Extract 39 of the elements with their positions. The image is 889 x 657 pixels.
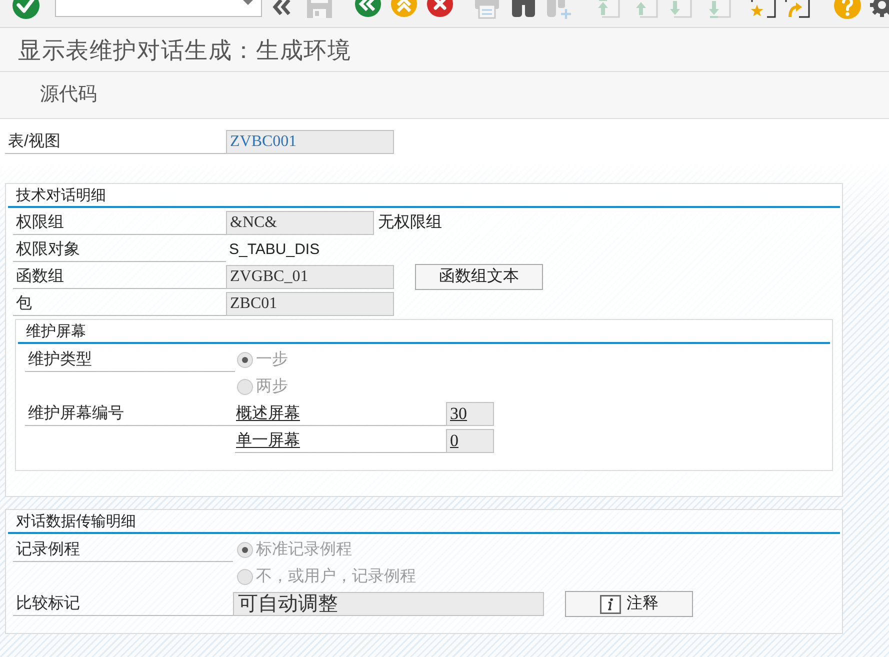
check-icon[interactable] (12, 0, 40, 20)
double-chevron-up-icon[interactable] (391, 0, 417, 20)
source-code-button[interactable]: 源代码 (40, 82, 97, 108)
help-icon[interactable] (834, 0, 861, 20)
cancel-icon[interactable] (427, 0, 453, 20)
note-button[interactable]: 注释 (565, 591, 693, 617)
function-group-text-button[interactable]: 函数组文本 (415, 264, 543, 290)
field-label: 表/视图 (5, 130, 226, 154)
info-icon (600, 594, 620, 614)
compare-flag-field[interactable]: 可自动调整 (233, 592, 544, 616)
field-label: 维护类型 (25, 348, 235, 372)
field-description: 无权限组 (378, 213, 442, 233)
field-label: 比较标记 (13, 592, 233, 616)
screen-type-label: 单一屏幕 (235, 429, 446, 453)
group-title: 技术对话明细 (16, 186, 106, 206)
input-field[interactable]: ZBC01 (226, 292, 394, 316)
group-title: 对话数据传输明细 (16, 512, 136, 532)
field-label: 函数组 (13, 265, 226, 289)
star-window-icon[interactable] (748, 0, 777, 20)
arrow-window-icon[interactable] (784, 0, 811, 20)
command-field[interactable] (55, 0, 262, 17)
field-label: 权限对象 (13, 238, 226, 262)
dropdown-icon[interactable] (243, 0, 253, 5)
input-field[interactable]: &NC& (226, 211, 374, 235)
binoculars-icon[interactable] (510, 0, 537, 20)
field-label: 记录例程 (13, 538, 233, 562)
field-label: 包 (13, 292, 226, 316)
table-view-field[interactable]: ZVBC001 (226, 130, 394, 154)
group-title: 维护屏幕 (26, 322, 86, 342)
field-label: 权限组 (13, 211, 226, 235)
screen-number-field[interactable]: 30 (446, 402, 494, 426)
back-icon[interactable] (355, 0, 381, 20)
screen-type-label: 概述屏幕 (235, 402, 446, 426)
field-value: S_TABU_DIS (228, 240, 320, 260)
screen-title: 显示表维护对话生成：生成环境 (18, 36, 352, 64)
screen-number-field[interactable]: 0 (446, 429, 494, 453)
field-label: 维护屏幕编号 (25, 402, 235, 426)
input-field[interactable]: ZVGBC_01 (226, 265, 394, 289)
settings-icon[interactable] (868, 0, 889, 20)
